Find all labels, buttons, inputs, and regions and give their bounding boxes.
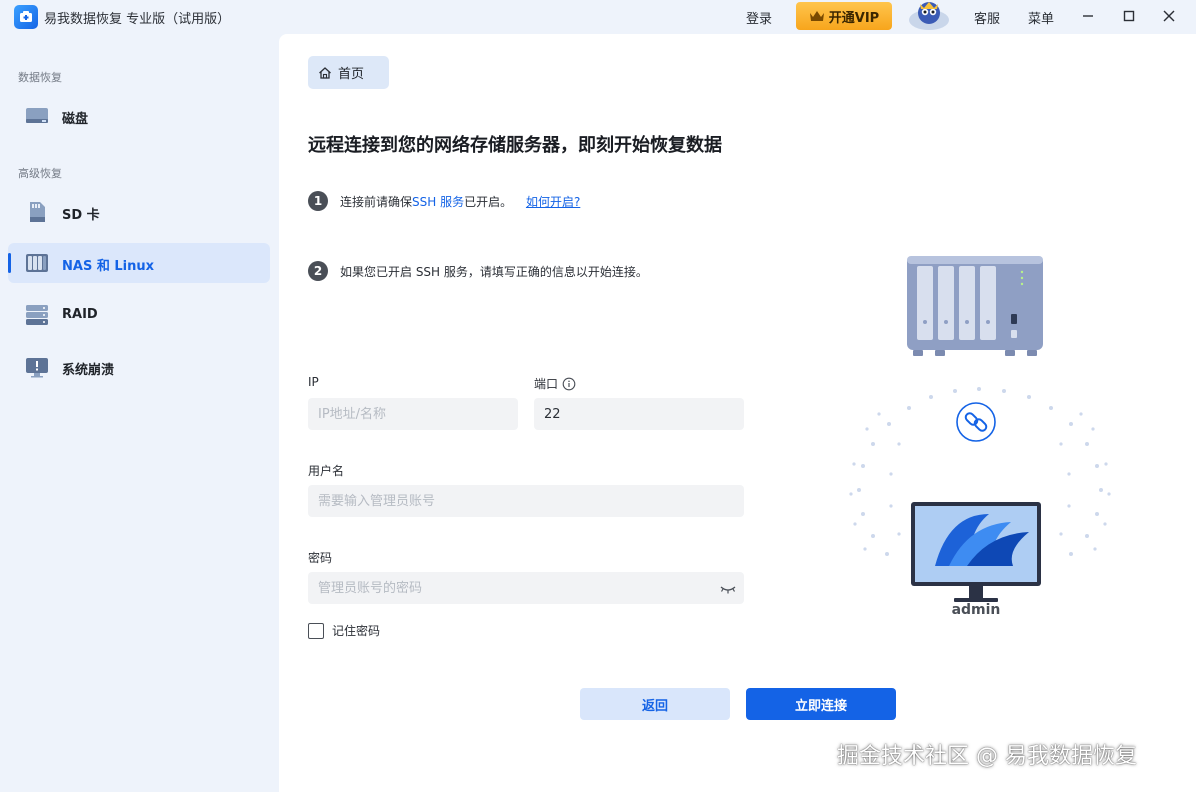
maximize-button[interactable] — [1119, 6, 1139, 26]
vip-label: 开通VIP — [828, 10, 880, 26]
username-input[interactable] — [308, 485, 744, 517]
close-button[interactable] — [1159, 6, 1179, 26]
info-icon[interactable] — [562, 377, 576, 391]
sd-card-icon — [30, 202, 45, 222]
username-label: 用户名 — [308, 464, 345, 478]
sidebar-item-system-crash[interactable]: 系统崩溃 — [8, 347, 270, 387]
maximize-icon — [1123, 10, 1135, 22]
menu-button[interactable]: 菜单 — [1028, 8, 1054, 27]
nas-connection-illustration — [849, 256, 1111, 602]
minimize-icon — [1083, 15, 1093, 17]
step-1-text: 连接前请确保SSH 服务已开启。 如何开启? — [340, 193, 580, 210]
close-icon — [1163, 10, 1175, 22]
sidebar: 数据恢复 磁盘 高级恢复 SD 卡 NAS 和 Linux RAID 系统崩溃 — [0, 34, 278, 792]
how-to-enable-link[interactable]: 如何开启? — [526, 195, 580, 209]
step-1: 1 连接前请确保SSH 服务已开启。 如何开启? — [308, 191, 580, 211]
monitor-icon — [911, 502, 1041, 602]
step-2-text: 如果您已开启 SSH 服务，请填写正确的信息以开始连接。 — [340, 264, 648, 279]
step-2: 2 如果您已开启 SSH 服务，请填写正确的信息以开始连接。 — [308, 261, 648, 281]
sidebar-item-label: 系统崩溃 — [62, 363, 115, 378]
home-icon — [319, 66, 331, 79]
raid-icon — [26, 305, 48, 325]
admin-label: admin — [951, 602, 1001, 618]
password-label: 密码 — [308, 551, 333, 565]
watermark: 掘金技术社区 @ 易我数据恢复 — [837, 744, 1137, 769]
sidebar-item-label: NAS 和 Linux — [62, 259, 154, 274]
sidebar-item-sd-card[interactable]: SD 卡 — [8, 192, 270, 232]
step-number: 2 — [308, 261, 328, 281]
sidebar-item-label: SD 卡 — [62, 208, 100, 223]
minimize-button[interactable] — [1078, 6, 1098, 26]
remember-password[interactable]: 记住密码 — [308, 622, 380, 639]
port-input[interactable] — [534, 398, 744, 430]
port-label: 端口 — [534, 377, 559, 391]
step-1-prefix: 连接前请确保 — [340, 194, 413, 209]
step-number: 1 — [308, 191, 328, 211]
sidebar-section-advanced-recovery: 高级恢复 — [18, 167, 62, 180]
nas-device-icon — [907, 256, 1043, 356]
sidebar-item-label: RAID — [62, 307, 98, 322]
sidebar-item-disk[interactable]: 磁盘 — [8, 96, 270, 136]
password-input[interactable] — [308, 572, 744, 604]
page-title: 远程连接到您的网络存储服务器，即刻开始恢复数据 — [308, 135, 722, 156]
sidebar-item-label: 磁盘 — [62, 112, 89, 127]
eye-closed-icon[interactable] — [719, 582, 737, 596]
port-label-group: 端口 — [534, 375, 576, 392]
system-crash-icon — [26, 358, 48, 378]
login-button[interactable]: 登录 — [746, 8, 772, 27]
ssh-service-text: SSH 服务 — [412, 194, 465, 209]
app-title: 易我数据恢复 专业版（试用版） — [44, 12, 231, 27]
main-panel: 首页 远程连接到您的网络存储服务器，即刻开始恢复数据 1 连接前请确保SSH 服… — [279, 34, 1196, 792]
ip-input[interactable] — [308, 398, 518, 430]
avatar[interactable] — [906, 0, 952, 30]
sidebar-item-raid[interactable]: RAID — [8, 295, 270, 335]
customer-service-button[interactable]: 客服 — [974, 8, 1000, 27]
home-tab-label: 首页 — [338, 67, 365, 82]
step-1-suffix: 已开启。 — [464, 194, 513, 209]
active-indicator — [8, 253, 11, 273]
sidebar-item-nas-linux[interactable]: NAS 和 Linux — [8, 243, 270, 283]
breadcrumb-home[interactable]: 首页 — [308, 56, 389, 89]
back-button[interactable]: 返回 — [580, 688, 730, 720]
link-icon — [956, 402, 996, 442]
ip-label: IP — [308, 375, 319, 389]
app-logo-icon — [14, 5, 38, 29]
remember-password-checkbox[interactable] — [308, 622, 324, 639]
vip-button[interactable]: 开通VIP — [796, 2, 892, 30]
title-bar: 易我数据恢复 专业版（试用版） 登录 开通VIP 客服 菜单 — [0, 0, 1196, 34]
sidebar-section-data-recovery: 数据恢复 — [18, 71, 62, 84]
nas-icon — [26, 254, 48, 272]
disk-icon — [26, 108, 48, 123]
remember-password-label: 记住密码 — [332, 624, 381, 638]
crown-icon — [809, 11, 824, 21]
connect-button[interactable]: 立即连接 — [746, 688, 896, 720]
